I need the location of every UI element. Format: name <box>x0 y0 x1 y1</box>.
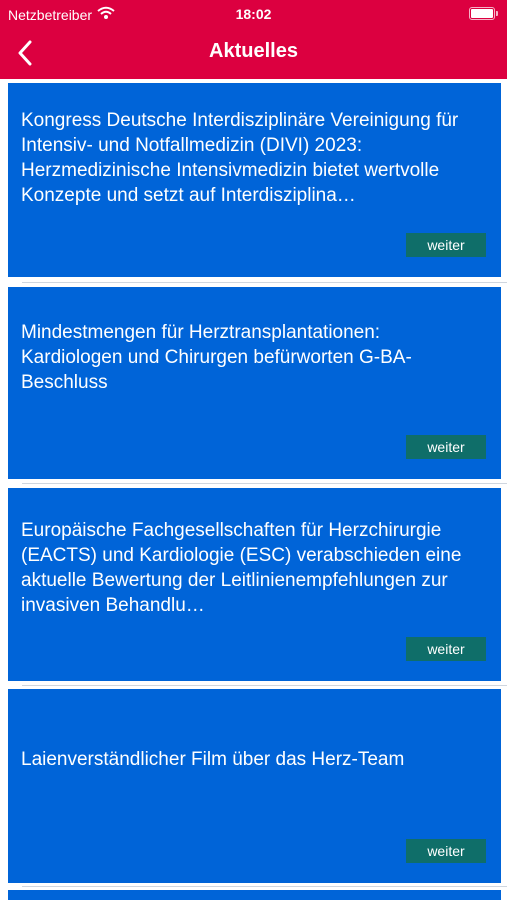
news-card-text: Laienverständlicher Film über das Herz-T… <box>21 749 405 770</box>
more-button[interactable]: weiter <box>406 233 486 257</box>
battery-icon <box>469 7 498 20</box>
divider <box>22 886 507 887</box>
status-bar: Netzbetreiber 18:02 <box>0 0 507 28</box>
divider <box>22 685 507 686</box>
news-card[interactable]: Mindestmengen für Herztransplantationen:… <box>8 287 501 479</box>
news-card[interactable]: Europäische Fachgesellschaften für Herzc… <box>8 488 501 681</box>
status-time: 18:02 <box>235 6 272 22</box>
more-button[interactable]: weiter <box>406 435 486 459</box>
news-card-text: Europäische Fachgesellschaften für Herzc… <box>21 520 462 616</box>
navigation-bar: Aktuelles <box>0 28 507 79</box>
more-button[interactable]: weiter <box>406 839 486 863</box>
more-button[interactable]: weiter <box>406 637 486 661</box>
news-card[interactable]: Laienverständlicher Film über das Herz-T… <box>8 689 501 883</box>
news-card-text: Kongress Deutsche Interdisziplinäre Vere… <box>21 110 459 206</box>
header-bar: Netzbetreiber 18:02 Aktuelles <box>0 0 507 79</box>
divider <box>22 282 507 283</box>
news-card[interactable]: Kongress Deutsche Interdisziplinäre Vere… <box>8 83 501 277</box>
news-list[interactable]: Kongress Deutsche Interdisziplinäre Vere… <box>0 79 507 900</box>
divider <box>22 483 507 484</box>
news-card-text: Mindestmengen für Herztransplantationen:… <box>21 322 412 393</box>
news-card[interactable] <box>8 890 501 900</box>
page-title: Aktuelles <box>209 40 298 62</box>
